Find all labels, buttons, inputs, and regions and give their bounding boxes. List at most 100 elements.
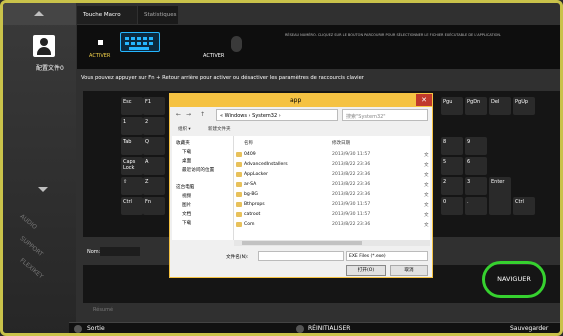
file-row[interactable]: ar-SA 2013/8/22 23:36 文 [234, 180, 430, 190]
chevron-down-icon[interactable] [38, 187, 48, 192]
folder-icon [236, 162, 242, 167]
key-8[interactable]: 8 [441, 137, 463, 155]
activer-checkbox[interactable] [98, 40, 103, 45]
tab-touche-macro[interactable]: Touche Macro [77, 6, 137, 24]
sortie-button[interactable]: Sortie [87, 325, 105, 332]
key-shift[interactable]: ⇧ [121, 177, 143, 195]
open-button[interactable]: 打开(O) [346, 265, 386, 276]
name-input[interactable] [100, 247, 140, 256]
organize-menu[interactable]: 组织 ▾ [178, 126, 191, 132]
profile-label: 配置文件0 [36, 65, 64, 72]
file-row[interactable]: bg-BG 2013/8/22 23:36 文 [234, 190, 430, 200]
key-z[interactable]: Z [143, 177, 165, 195]
key-5[interactable]: 5 [441, 157, 463, 175]
address-bar[interactable]: « Windows › System32 › [216, 109, 338, 121]
file-row[interactable]: catroot 2013/9/30 11:57 文 [234, 210, 430, 220]
key-fn[interactable]: Fn [143, 197, 165, 215]
key-pgdn[interactable]: PgDn [465, 97, 487, 115]
dialog-title: app [290, 97, 302, 104]
file-row[interactable]: Bthprops 2013/9/30 11:57 文 [234, 200, 430, 210]
sidebar-item-support[interactable]: SUPPORT [19, 235, 69, 279]
navigation-tree: 收藏夹 下载 桌面 最近访问的位置 这台电脑 视频 图片 文档 下载 [172, 136, 234, 240]
keyboard-icon[interactable] [120, 32, 160, 52]
key-1[interactable]: 1 [121, 117, 143, 135]
key-del[interactable]: Del [489, 97, 511, 115]
folder-icon [236, 222, 242, 227]
key-0-numpad[interactable]: 0 [441, 197, 463, 215]
tree-item[interactable]: 图片 [182, 202, 191, 208]
resume-label: Résumé [93, 307, 114, 313]
reset-icon[interactable] [296, 325, 304, 333]
forward-icon[interactable]: → [186, 111, 191, 118]
folder-icon [236, 212, 242, 217]
key-dot-numpad[interactable]: . [465, 197, 487, 215]
sidebar-item-audio[interactable]: AUDIO [19, 213, 69, 257]
horizontal-scrollbar[interactable] [234, 240, 430, 246]
key-ctrl[interactable]: Ctrl [121, 197, 143, 215]
folder-icon [236, 172, 242, 177]
folder-icon [236, 182, 242, 187]
instruction-text: Vous pouvez appuyer sur Fn + Retour arri… [81, 75, 364, 81]
key-q[interactable]: Q [143, 137, 165, 155]
folder-icon [236, 202, 242, 207]
save-button[interactable]: Sauvegarder [510, 325, 548, 332]
app-frame: 配置文件0 AUDIO SUPPORT FLEXIKEY Touche Macr… [0, 0, 563, 336]
sidebar: 配置文件0 AUDIO SUPPORT FLEXIKEY [3, 3, 76, 333]
cancel-button[interactable]: 取消 [390, 265, 428, 276]
activer-mouse-label: ACTIVER [203, 53, 225, 59]
tree-item[interactable]: 桌面 [182, 158, 191, 164]
sidebar-item-flexikey[interactable]: FLEXIKEY [19, 257, 69, 301]
tab-statistiques[interactable]: Statistiques [138, 6, 178, 24]
naviguer-button[interactable]: NAVIGUER [482, 261, 546, 298]
key-9[interactable]: 9 [465, 137, 487, 155]
file-row[interactable]: Com 2013/8/22 23:36 文 [234, 220, 430, 230]
tree-item[interactable]: 最近访问的位置 [182, 167, 214, 173]
tree-item[interactable]: 这台电脑 [176, 184, 194, 190]
dialog-navbar: ← → ↑ « Windows › System32 › 搜索"System32… [172, 109, 430, 121]
key-esc[interactable]: Esc [121, 97, 143, 115]
column-date[interactable]: 修改日期 [332, 140, 350, 146]
info-text: Réseau numéro. Cliquez sur le bouton par… [285, 33, 502, 37]
key-caps-lock[interactable]: Caps Lock [121, 157, 143, 175]
key-3-numpad[interactable]: 3 [465, 177, 487, 195]
tree-item[interactable]: 文档 [182, 211, 191, 217]
close-icon[interactable]: ✕ [416, 94, 432, 106]
sidebar-scroll-up[interactable] [3, 3, 76, 25]
mouse-icon[interactable] [231, 36, 242, 52]
key-f1[interactable]: F1 [143, 97, 165, 115]
file-list: 名称 修改日期 0409 2013/9/30 11:57 文 AdvancedIns… [234, 136, 430, 240]
up-icon[interactable]: ↑ [200, 111, 205, 118]
file-row[interactable]: 0409 2013/9/30 11:57 文 [234, 150, 430, 160]
chevron-up-icon [34, 11, 44, 16]
profile-avatar-icon[interactable] [33, 35, 55, 57]
new-folder-button[interactable]: 新建文件夹 [208, 126, 231, 132]
search-input[interactable]: 搜索"System32" [342, 109, 428, 121]
open-file-dialog: app ✕ ← → ↑ « Windows › System32 › 搜索"Sy… [169, 93, 433, 278]
file-type-select[interactable]: EXE Files (*.exe) [346, 251, 428, 261]
exit-icon[interactable] [74, 325, 82, 333]
key-6[interactable]: 6 [465, 157, 487, 175]
tree-item[interactable]: 视频 [182, 193, 191, 199]
dialog-titlebar[interactable]: app ✕ [170, 94, 432, 107]
file-row[interactable]: AdvancedInstallers 2013/8/22 23:36 文 [234, 160, 430, 170]
filename-input[interactable] [258, 251, 344, 261]
dialog-toolbar: 组织 ▾ 新建文件夹 [172, 124, 430, 134]
tree-item[interactable]: 下载 [182, 220, 191, 226]
key-a[interactable]: A [143, 157, 165, 175]
key-pgup[interactable]: PgUp [513, 97, 535, 115]
tree-item[interactable]: 下载 [182, 149, 191, 155]
tree-item[interactable]: 收藏夹 [176, 140, 190, 146]
folder-icon [236, 192, 242, 197]
key-enter[interactable]: Enter [489, 177, 511, 215]
key-ctrl-right[interactable]: Ctrl [513, 197, 535, 215]
file-row[interactable]: AppLocker 2013/8/22 23:36 文 [234, 170, 430, 180]
reset-button[interactable]: RÉINITIALISER [308, 325, 350, 332]
column-name[interactable]: 名称 [244, 140, 253, 146]
folder-icon [236, 152, 242, 157]
key-2-numpad[interactable]: 2 [441, 177, 463, 195]
key-tab[interactable]: Tab [121, 137, 143, 155]
key-2[interactable]: 2 [143, 117, 165, 135]
back-icon[interactable]: ← [176, 111, 181, 118]
filename-label: 文件名(N): [226, 255, 249, 260]
key-pgu[interactable]: Pgu [441, 97, 463, 115]
